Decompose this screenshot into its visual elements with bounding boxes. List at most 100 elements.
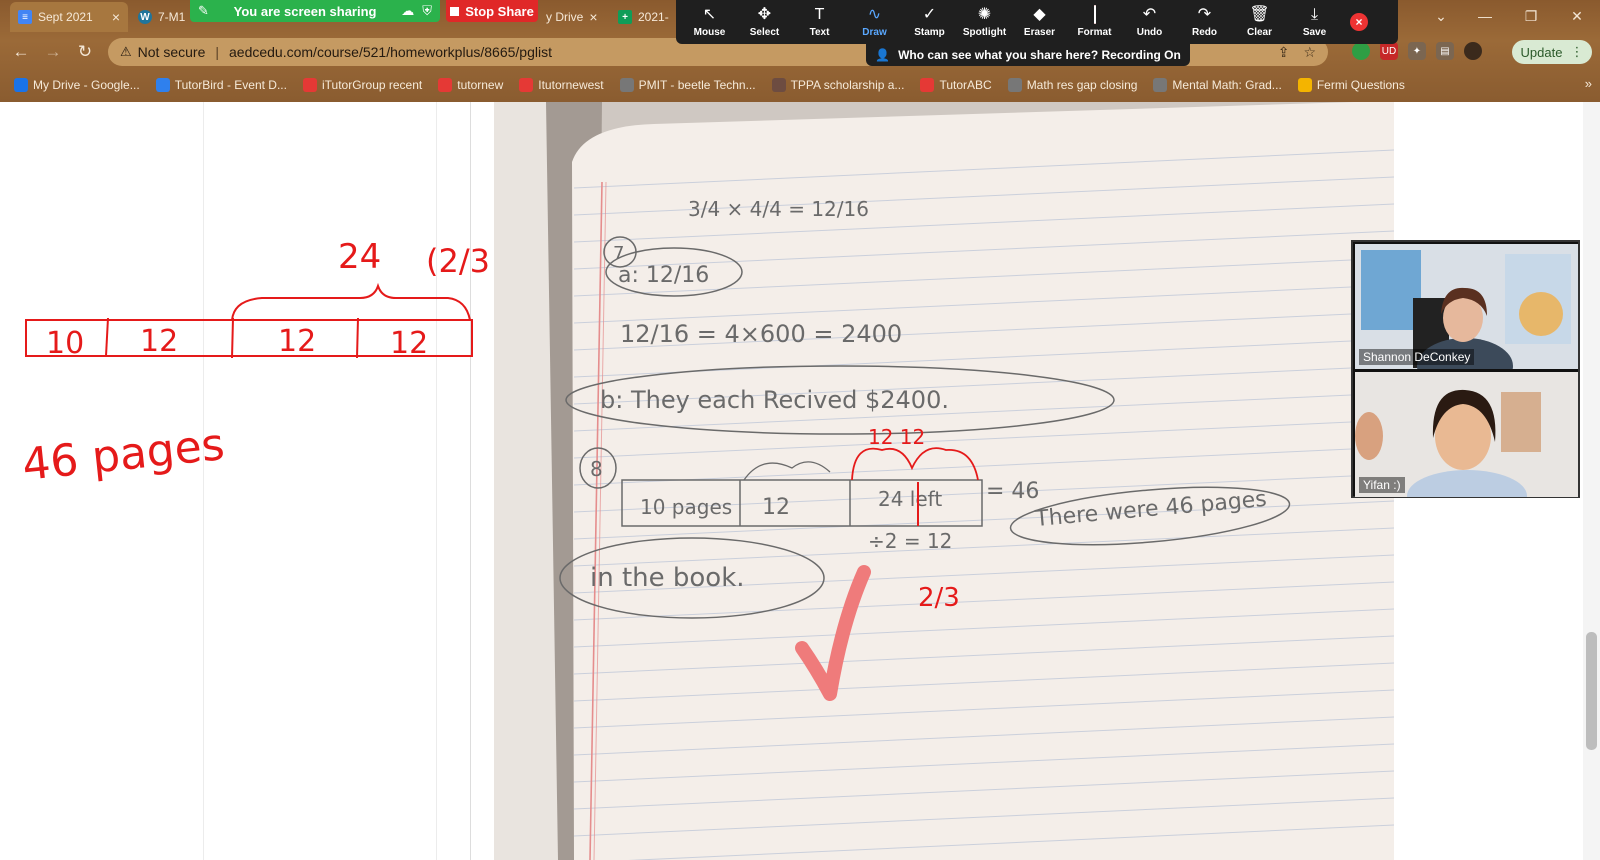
tab-wordpress[interactable]: W 7-M1 xyxy=(130,2,190,32)
halves-calc: ÷2 = 12 xyxy=(868,529,952,553)
tutorbird-icon xyxy=(155,78,170,92)
tool-label: Text xyxy=(809,27,830,38)
bookmark-item[interactable]: TutorBird - Event D... xyxy=(155,78,287,92)
extension-puzzle-icon[interactable]: ✦ xyxy=(1408,42,1426,60)
pin-icon[interactable]: ✎ xyxy=(198,3,209,19)
recording-banner[interactable]: 👤 Who can see what you share here? Recor… xyxy=(866,44,1190,66)
participant-name: Shannon DeConkey xyxy=(1359,349,1475,365)
restore-icon[interactable]: ❐ xyxy=(1508,0,1554,32)
update-button[interactable]: Update ⋮ xyxy=(1512,40,1592,64)
reload-icon[interactable]: ↻ xyxy=(72,40,98,64)
bookmark-item[interactable]: My Drive - Google... xyxy=(14,78,140,92)
close-icon[interactable]: × xyxy=(112,9,120,25)
scrollbar-thumb[interactable] xyxy=(1586,632,1597,750)
docs-icon: ≡ xyxy=(18,10,32,24)
brace-label: 24 xyxy=(338,237,381,277)
sheets-icon: + xyxy=(618,10,632,24)
bookmark-item[interactable]: iTutorGroup recent xyxy=(302,78,423,92)
drive-icon xyxy=(14,78,28,92)
bar-value: 12 xyxy=(390,326,428,361)
globe-icon xyxy=(1153,78,1168,92)
url-text: aedcedu.com/course/521/homeworkplus/8665… xyxy=(229,44,552,60)
poster xyxy=(1361,250,1421,330)
tool-draw-button[interactable]: ∿ Draw xyxy=(847,0,902,44)
bookmark-item[interactable]: tutornew xyxy=(438,78,503,92)
close-icon[interactable]: × xyxy=(589,9,597,25)
tab-search-icon[interactable]: ⌄ xyxy=(1420,0,1462,32)
bookmark-label: TutorBird - Event D... xyxy=(174,78,287,92)
tool-mouse-button[interactable]: ↖ Mouse xyxy=(682,0,737,44)
tool-select-button[interactable]: ✥ Select xyxy=(737,0,792,44)
video-tile-shannon[interactable]: Shannon DeConkey xyxy=(1355,244,1578,369)
globe-icon xyxy=(619,78,634,92)
minimize-icon[interactable]: — xyxy=(1462,0,1508,32)
share-icon[interactable]: ⇪ xyxy=(1278,44,1290,61)
tool-format-button[interactable]: Format xyxy=(1067,0,1122,44)
itutor-icon xyxy=(438,78,453,92)
bar-value: 10 xyxy=(46,326,84,361)
tab-docs[interactable]: ≡ Sept 2021 × xyxy=(10,2,128,32)
fraction-mark: 2/3 xyxy=(918,583,960,613)
tool-stamp-button[interactable]: ✓ Stamp xyxy=(902,0,957,44)
page-content: 24 (2/3) 10 12 12 12 46 pages xyxy=(0,102,1600,860)
bookmark-label: TPPA scholarship a... xyxy=(790,78,905,92)
tool-spotlight-button[interactable]: ✺ Spotlight xyxy=(957,0,1012,44)
whiteboard-area[interactable]: 24 (2/3) 10 12 12 12 46 pages xyxy=(0,102,490,860)
forward-arrow-icon[interactable]: → xyxy=(40,40,66,64)
page-scrollbar[interactable] xyxy=(1583,102,1600,860)
tool-label: Mouse xyxy=(693,27,726,38)
tab-title: 7-M1 xyxy=(158,10,186,24)
video-tile-yifan[interactable]: Yifan :) xyxy=(1355,372,1578,497)
extension-sidebar-icon[interactable]: ▤ xyxy=(1436,42,1454,60)
bookmark-item[interactable]: Itutornewest xyxy=(519,78,604,92)
bookmark-label: iTutorGroup recent xyxy=(321,78,423,92)
notebook-bar-cell: 10 pages xyxy=(640,495,732,519)
bookmark-label: tutornew xyxy=(457,78,504,92)
back-arrow-icon[interactable]: ← xyxy=(8,40,34,64)
move-icon: ✥ xyxy=(757,6,772,23)
bookmark-item[interactable]: PMIT - beetle Techn... xyxy=(619,78,756,92)
tool-save-button[interactable]: ⤓ Save xyxy=(1287,0,1342,44)
tool-label: Format xyxy=(1077,27,1112,38)
answer-b: b: They each Recived $2400. xyxy=(600,386,949,414)
text-icon: T xyxy=(814,6,825,23)
profile-avatar[interactable] xyxy=(1464,42,1482,60)
notebook-bar-cell: 24 left xyxy=(878,487,942,511)
tab-drive[interactable]: y Drive × xyxy=(538,2,602,32)
question-8-number: 8 xyxy=(590,457,603,481)
participant-name: Yifan :) xyxy=(1359,477,1405,493)
bookmark-label: PMIT - beetle Techn... xyxy=(638,78,756,92)
stop-icon xyxy=(450,6,460,16)
omnibox-actions: ⇪ ☆ xyxy=(1278,44,1328,61)
bookmark-item[interactable]: Mental Math: Grad... xyxy=(1153,78,1282,92)
tool-undo-button[interactable]: ↶ Undo xyxy=(1122,0,1177,44)
bookmark-label: Math res gap closing xyxy=(1026,78,1138,92)
trash-icon: 🗑 xyxy=(1249,6,1270,23)
extension-green-icon[interactable] xyxy=(1352,42,1370,60)
tab-sheets[interactable]: + 2021- xyxy=(610,2,674,32)
bookmark-item[interactable]: Math res gap closing xyxy=(1007,78,1138,92)
security-label: Not secure xyxy=(137,44,206,60)
video-panel[interactable]: Shannon DeConkey Yifan :) xyxy=(1351,240,1580,498)
bar-divider xyxy=(356,317,359,359)
extension-ud-icon[interactable]: UD xyxy=(1380,42,1398,60)
tool-label: Select xyxy=(749,27,780,38)
tool-clear-button[interactable]: 🗑 Clear xyxy=(1232,0,1287,44)
close-window-icon[interactable]: ✕ xyxy=(1554,0,1600,32)
bookmark-item[interactable]: TPPA scholarship a... xyxy=(771,78,905,92)
browser-chrome: ≡ Sept 2021 × W 7-M1 y Drive × + 2021- ⌄… xyxy=(0,0,1600,102)
more-vertical-icon: ⋮ xyxy=(1570,44,1584,59)
close-toolbar-icon[interactable]: × xyxy=(1350,13,1368,31)
bookmark-item[interactable]: Fermi Questions xyxy=(1297,78,1405,92)
tool-redo-button[interactable]: ↷ Redo xyxy=(1177,0,1232,44)
tool-text-button[interactable]: T Text xyxy=(792,0,847,44)
bookmark-item[interactable]: TutorABC xyxy=(920,78,992,92)
wordpress-icon: W xyxy=(138,10,152,24)
recording-banner-label: Who can see what you share here? Recordi… xyxy=(898,48,1181,62)
star-icon[interactable]: ☆ xyxy=(1303,44,1316,61)
shield-icon: ⛨ xyxy=(422,3,432,18)
fermi-icon xyxy=(1297,78,1312,92)
tool-eraser-button[interactable]: ◆ Eraser xyxy=(1012,0,1067,44)
stop-share-button[interactable]: Stop Share xyxy=(446,0,538,22)
bookmarks-more-icon[interactable]: » xyxy=(1585,76,1592,91)
